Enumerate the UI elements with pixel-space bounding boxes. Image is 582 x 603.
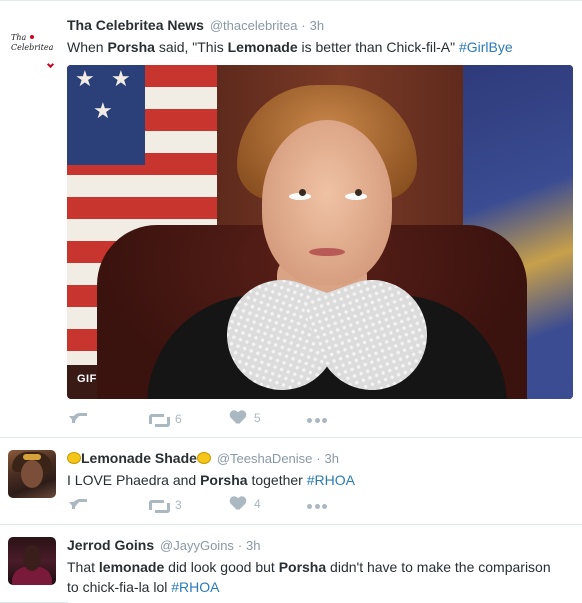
text-segment: When [67, 39, 108, 55]
tweet-timestamp[interactable]: 3h [310, 18, 324, 33]
text-segment: I LOVE Phaedra and [67, 472, 201, 488]
more-button[interactable] [307, 503, 327, 509]
retweet-icon [149, 497, 170, 513]
like-button[interactable]: 5 [230, 411, 261, 425]
author-username[interactable]: @thacelebritea [210, 18, 298, 33]
tweet-text: That lemonade did look good but Porsha d… [67, 557, 572, 597]
avatar[interactable]: Tha Celebritea [8, 27, 56, 75]
star-icon: ★ [93, 99, 113, 124]
text-bold: Porsha [200, 472, 248, 488]
author-username[interactable]: @JayyGoins [160, 538, 234, 553]
retweet-icon [149, 411, 170, 427]
more-icon [307, 417, 327, 423]
tweet-text: I LOVE Phaedra and Porsha together #RHOA [67, 470, 572, 490]
pupil-shape [355, 189, 362, 196]
tweet-header: Lemonade Shade @TeeshaDenise · 3h [67, 449, 572, 468]
avatar[interactable] [8, 537, 56, 585]
like-count: 5 [254, 411, 261, 425]
text-segment: did look good but [164, 559, 279, 575]
more-button[interactable] [307, 417, 327, 423]
more-icon [307, 503, 327, 509]
reply-button[interactable] [69, 497, 85, 509]
face-shape [262, 120, 392, 285]
text-segment: That [67, 559, 99, 575]
tweet-timestamp[interactable]: 3h [325, 451, 339, 466]
tweet[interactable]: Lemonade Shade @TeeshaDenise · 3h I LOVE… [0, 438, 582, 525]
retweet-button[interactable]: 6 [149, 411, 182, 427]
retweet-button[interactable]: 3 [149, 497, 182, 513]
sunglasses-icon [23, 454, 41, 460]
avatar-face [23, 545, 41, 571]
star-icon: ★ [111, 67, 131, 92]
text-bold: Porsha [278, 559, 327, 575]
separator-dot: · [301, 18, 306, 33]
author-fullname[interactable]: Tha Celebritea News [67, 17, 204, 33]
tweet-header: Jerrod Goins @JayyGoins · 3h [67, 536, 572, 555]
text-bold: Lemonade [227, 39, 298, 55]
author-fullname[interactable]: Jerrod Goins [67, 537, 154, 553]
logo-dot-icon [30, 35, 34, 39]
retweet-count: 3 [175, 498, 182, 512]
text-segment: together [247, 472, 307, 488]
hashtag-link[interactable]: #RHOA [307, 472, 355, 488]
tweet[interactable]: Jerrod Goins @JayyGoins · 3h That lemona… [0, 525, 582, 603]
hashtag-link[interactable]: #GirlBye [459, 39, 513, 55]
like-button[interactable]: 4 [230, 497, 261, 511]
author-fullname[interactable]: Lemonade Shade [81, 450, 197, 466]
hashtag-link[interactable]: #RHOA [171, 579, 219, 595]
author-username[interactable]: @TeeshaDenise [217, 451, 313, 466]
tweet-timestamp[interactable]: 3h [246, 538, 260, 553]
tweet-content: Jerrod Goins @JayyGoins · 3h That lemona… [67, 536, 572, 597]
pupil-shape [299, 189, 306, 196]
lemon-emoji-icon [67, 452, 81, 464]
heart-icon [230, 411, 246, 425]
separator-dot: · [316, 451, 321, 466]
text-segment: didn't have to make the comparison [326, 559, 551, 575]
reply-icon [69, 497, 85, 509]
logo-accent-icon [46, 60, 55, 69]
star-icon: ★ [75, 67, 95, 92]
avatar-face [21, 460, 43, 488]
separator-dot: · [237, 538, 243, 553]
lemon-emoji-icon [196, 452, 211, 464]
mouth-shape [309, 248, 345, 256]
text-segment: to chick-fia-la lol [67, 579, 172, 595]
gif-badge: GIF [77, 373, 97, 385]
reply-button[interactable] [69, 411, 85, 423]
gif-media[interactable]: ★ ★ ★ GIF [67, 65, 573, 399]
tweet-header: Tha Celebritea News @thacelebritea · 3h [67, 16, 572, 35]
text-segment: said, "This [154, 39, 228, 55]
text-bold: lemonade [98, 559, 165, 575]
tweet-content: Tha Celebritea News @thacelebritea · 3h … [67, 16, 572, 57]
heart-icon [230, 497, 246, 511]
tweet[interactable]: Tha Celebritea Tha Celebritea News @thac… [0, 0, 582, 438]
reply-icon [69, 411, 85, 423]
text-segment: is better than Chick-fil-A" [297, 39, 459, 55]
text-bold: Porsha [107, 39, 155, 55]
like-count: 4 [254, 497, 261, 511]
flag-canton: ★ ★ ★ [67, 65, 145, 165]
retweet-count: 6 [175, 412, 182, 426]
avatar[interactable] [8, 450, 56, 498]
tweet-text: When Porsha said, "This Lemonade is bett… [67, 37, 572, 57]
tweet-content: Lemonade Shade @TeeshaDenise · 3h I LOVE… [67, 449, 572, 490]
